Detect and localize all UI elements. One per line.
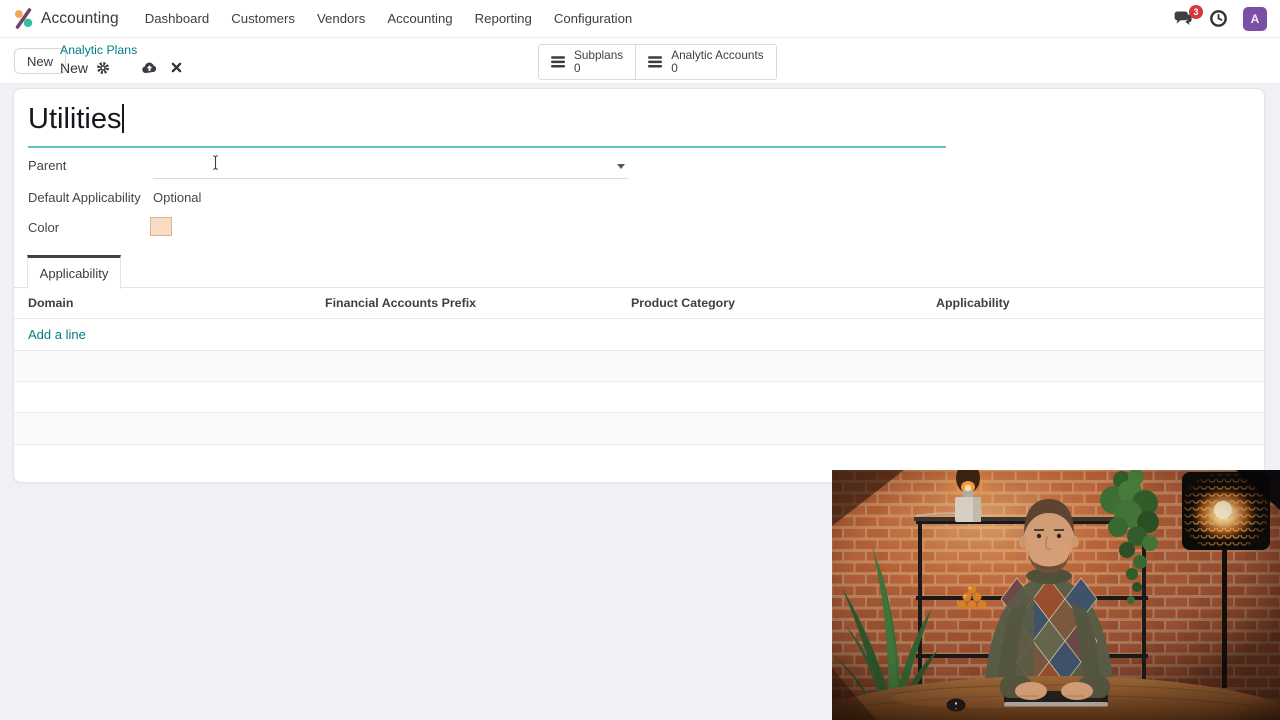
default-applicability-value[interactable]: Optional [153, 185, 201, 211]
text-caret [122, 104, 124, 133]
caret-down-icon[interactable] [617, 164, 625, 169]
stat-button-group: Subplans 0 Analytic Accounts 0 [538, 44, 777, 80]
activities-button[interactable] [1209, 9, 1228, 28]
empty-table-row [14, 351, 1264, 382]
stat-button-analytic-accounts[interactable]: Analytic Accounts 0 [635, 45, 775, 79]
field-row-parent: Parent [14, 153, 714, 181]
vignette [832, 470, 1280, 720]
stat-label: Analytic Accounts [671, 48, 764, 62]
clock-icon [1210, 10, 1227, 27]
notebook-tab-strip: Applicability [14, 255, 1264, 289]
plan-name-value: Utilities [28, 103, 122, 135]
applicability-table: Domain Financial Accounts Prefix Product… [14, 288, 1264, 482]
main-menu: Dashboard Customers Vendors Accounting R… [134, 2, 644, 35]
list-bars-icon [551, 56, 566, 68]
title-underline [28, 146, 946, 148]
empty-table-row [14, 413, 1264, 445]
column-header-domain: Domain [28, 296, 74, 310]
stat-value: 0 [574, 61, 581, 75]
column-header-product-category: Product Category [631, 296, 735, 310]
default-applicability-label: Default Applicability [28, 190, 141, 205]
color-swatch[interactable] [150, 217, 172, 236]
parent-field-label: Parent [28, 158, 67, 173]
list-bars-icon [648, 56, 663, 68]
stat-value: 0 [671, 61, 678, 75]
menu-customers[interactable]: Customers [220, 2, 306, 35]
empty-table-row [14, 382, 1264, 413]
parent-field-input[interactable] [153, 153, 628, 179]
gear-icon [97, 61, 109, 74]
menu-reporting[interactable]: Reporting [464, 2, 543, 35]
logo-glyph [14, 8, 33, 29]
breadcrumb-current: New [60, 59, 89, 76]
cloud-upload-icon [142, 62, 157, 73]
breadcrumb: Analytic Plans New [60, 44, 182, 76]
column-header-applicability: Applicability [936, 296, 1010, 310]
menu-configuration[interactable]: Configuration [543, 2, 643, 35]
add-a-line-link[interactable]: Add a line [28, 327, 86, 342]
plan-name-input[interactable]: Utilities [28, 102, 124, 136]
messages-button[interactable]: 3 [1174, 5, 1203, 27]
menu-dashboard[interactable]: Dashboard [134, 2, 221, 35]
menu-accounting[interactable]: Accounting [376, 2, 463, 35]
user-avatar[interactable]: A [1243, 6, 1267, 31]
stat-button-subplans[interactable]: Subplans 0 [539, 45, 635, 79]
discard-changes-button[interactable] [171, 62, 182, 73]
top-nav-bar: Accounting Dashboard Customers Vendors A… [0, 0, 1280, 38]
menu-vendors[interactable]: Vendors [306, 2, 376, 35]
webcam-video-overlay [832, 470, 1280, 720]
messages-count-badge: 3 [1189, 5, 1203, 19]
odoo-accounting-logo-icon[interactable] [14, 8, 33, 29]
new-record-button[interactable]: New [14, 48, 67, 74]
save-record-button[interactable] [141, 61, 158, 75]
color-field-label: Color [28, 220, 60, 235]
table-header-row: Domain Financial Accounts Prefix Product… [14, 288, 1264, 319]
systray: 3 A [1174, 5, 1267, 31]
form-sheet: Utilities Parent Default Applicability O… [13, 88, 1265, 483]
text-cursor-pointer [211, 154, 220, 176]
app-name[interactable]: Accounting [41, 10, 119, 28]
record-actions-button[interactable] [96, 61, 110, 75]
add-line-row: Add a line [14, 319, 1264, 351]
stat-label: Subplans [574, 48, 624, 62]
tab-applicability[interactable]: Applicability [27, 255, 121, 289]
control-panel: New Analytic Plans New Subplans 0 Analyt… [0, 38, 1280, 84]
field-row-default-applicability: Default Applicability Optional [14, 185, 714, 213]
x-icon [171, 62, 182, 73]
field-row-color: Color [14, 215, 714, 243]
breadcrumb-analytic-plans[interactable]: Analytic Plans [60, 44, 182, 57]
column-header-financial-accounts-prefix: Financial Accounts Prefix [325, 296, 477, 310]
